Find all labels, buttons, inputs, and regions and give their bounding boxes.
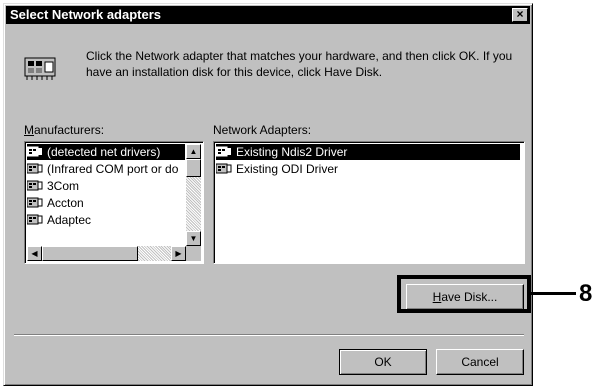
- list-item[interactable]: (Infrared COM port or do: [27, 161, 185, 177]
- ok-button[interactable]: OK: [339, 349, 427, 375]
- network-adapter-icon: [27, 197, 43, 208]
- horizontal-scroll-thumb[interactable]: [42, 246, 138, 261]
- manufacturers-label: Manufacturers:: [24, 123, 104, 137]
- list-item[interactable]: (detected net drivers): [27, 144, 185, 160]
- network-adapter-icon: [27, 146, 42, 157]
- list-item[interactable]: Existing ODI Driver: [216, 161, 520, 177]
- scroll-down-arrow-icon[interactable]: ▼: [186, 231, 201, 246]
- scroll-right-arrow-icon[interactable]: ▶: [171, 246, 186, 261]
- callout-leader-line: [531, 292, 576, 295]
- intro-text: Click the Network adapter that matches y…: [86, 49, 513, 79]
- vertical-scroll-thumb[interactable]: [186, 159, 201, 177]
- network-adapters-list[interactable]: Existing Ndis2 Driver Existing ODI Drive…: [213, 141, 525, 264]
- manufacturers-list[interactable]: (detected net drivers) (Infrared COM por…: [24, 141, 204, 264]
- scroll-up-arrow-icon[interactable]: ▲: [186, 144, 201, 159]
- separator: [14, 334, 524, 336]
- scroll-left-arrow-icon[interactable]: ◀: [27, 246, 42, 261]
- dialog-title: Select Network adapters: [10, 7, 162, 22]
- hardware-card-icon: [24, 57, 56, 80]
- cancel-button[interactable]: Cancel: [436, 349, 524, 375]
- network-adapter-icon: [27, 163, 43, 174]
- list-item[interactable]: 3Com: [27, 178, 185, 194]
- callout-highlight-box: [397, 275, 531, 313]
- network-adapter-icon: [216, 146, 231, 157]
- title-bar: Select Network adapters ×: [6, 6, 530, 24]
- network-adapter-icon: [216, 163, 232, 174]
- network-adapters-label: Network Adapters:: [213, 123, 312, 137]
- select-network-adapters-dialog: Select Network adapters × Click the Netw…: [3, 3, 533, 386]
- close-button[interactable]: ×: [512, 8, 528, 22]
- list-item[interactable]: Existing Ndis2 Driver: [216, 144, 520, 160]
- network-adapter-icon: [27, 180, 43, 191]
- scrollbar-corner: [186, 246, 201, 261]
- callout-number: 8: [579, 280, 593, 307]
- network-adapter-icon: [27, 214, 43, 225]
- list-item[interactable]: Accton: [27, 195, 185, 211]
- manufacturers-label-mnemonic: M: [24, 123, 34, 137]
- list-item[interactable]: Adaptec: [27, 212, 185, 228]
- manufacturers-label-text: anufacturers:: [34, 123, 105, 137]
